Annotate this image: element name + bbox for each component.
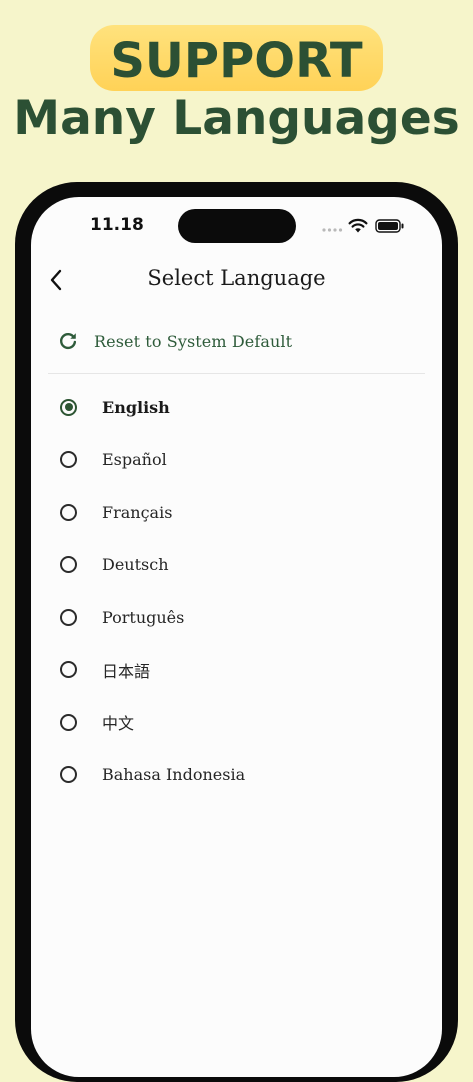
language-option[interactable]: Español (31, 434, 442, 487)
language-label: Español (102, 450, 167, 470)
language-option[interactable]: Bahasa Indonesia (31, 749, 442, 802)
radio-unselected-icon[interactable] (60, 766, 77, 784)
language-label: 日本語 (102, 661, 151, 681)
radio-unselected-icon[interactable] (60, 608, 77, 626)
language-label: Français (102, 502, 173, 522)
language-label: Bahasa Indonesia (102, 765, 246, 785)
divider (48, 373, 425, 374)
reset-label: Reset to System Default (94, 331, 293, 351)
language-label: Português (102, 607, 185, 627)
headline-bottom: Many Languages (13, 91, 460, 146)
radio-unselected-icon[interactable] (60, 556, 77, 574)
signal-dots-icon (322, 228, 343, 232)
radio-unselected-icon[interactable] (60, 661, 77, 679)
language-option[interactable]: 日本語 (31, 644, 442, 697)
screen-title: Select Language (147, 266, 326, 290)
language-label: Deutsch (102, 555, 169, 575)
language-option[interactable]: 中文 (31, 696, 442, 749)
refresh-icon (60, 333, 77, 350)
dynamic-island (178, 209, 296, 243)
radio-selected-icon[interactable] (60, 398, 77, 416)
language-label: English (102, 397, 170, 417)
radio-unselected-icon[interactable] (60, 713, 77, 731)
radio-unselected-icon[interactable] (60, 451, 77, 469)
wifi-icon (348, 218, 368, 233)
battery-icon (375, 219, 404, 233)
status-time: 11.18 (90, 215, 144, 235)
language-option[interactable]: Deutsch (31, 539, 442, 592)
radio-unselected-icon[interactable] (60, 503, 77, 521)
language-list: English Español Français Deutsch Português 日本… (31, 381, 442, 801)
phone-screen: 11.18 Select Language Reset to System De… (31, 197, 442, 1077)
language-option[interactable]: Português (31, 591, 442, 644)
language-option[interactable]: English (31, 381, 442, 434)
language-option[interactable]: Français (31, 486, 442, 539)
language-label: 中文 (102, 714, 135, 734)
headline-top: SUPPORT (110, 33, 363, 89)
reset-to-default-button[interactable]: Reset to System Default (51, 323, 431, 359)
